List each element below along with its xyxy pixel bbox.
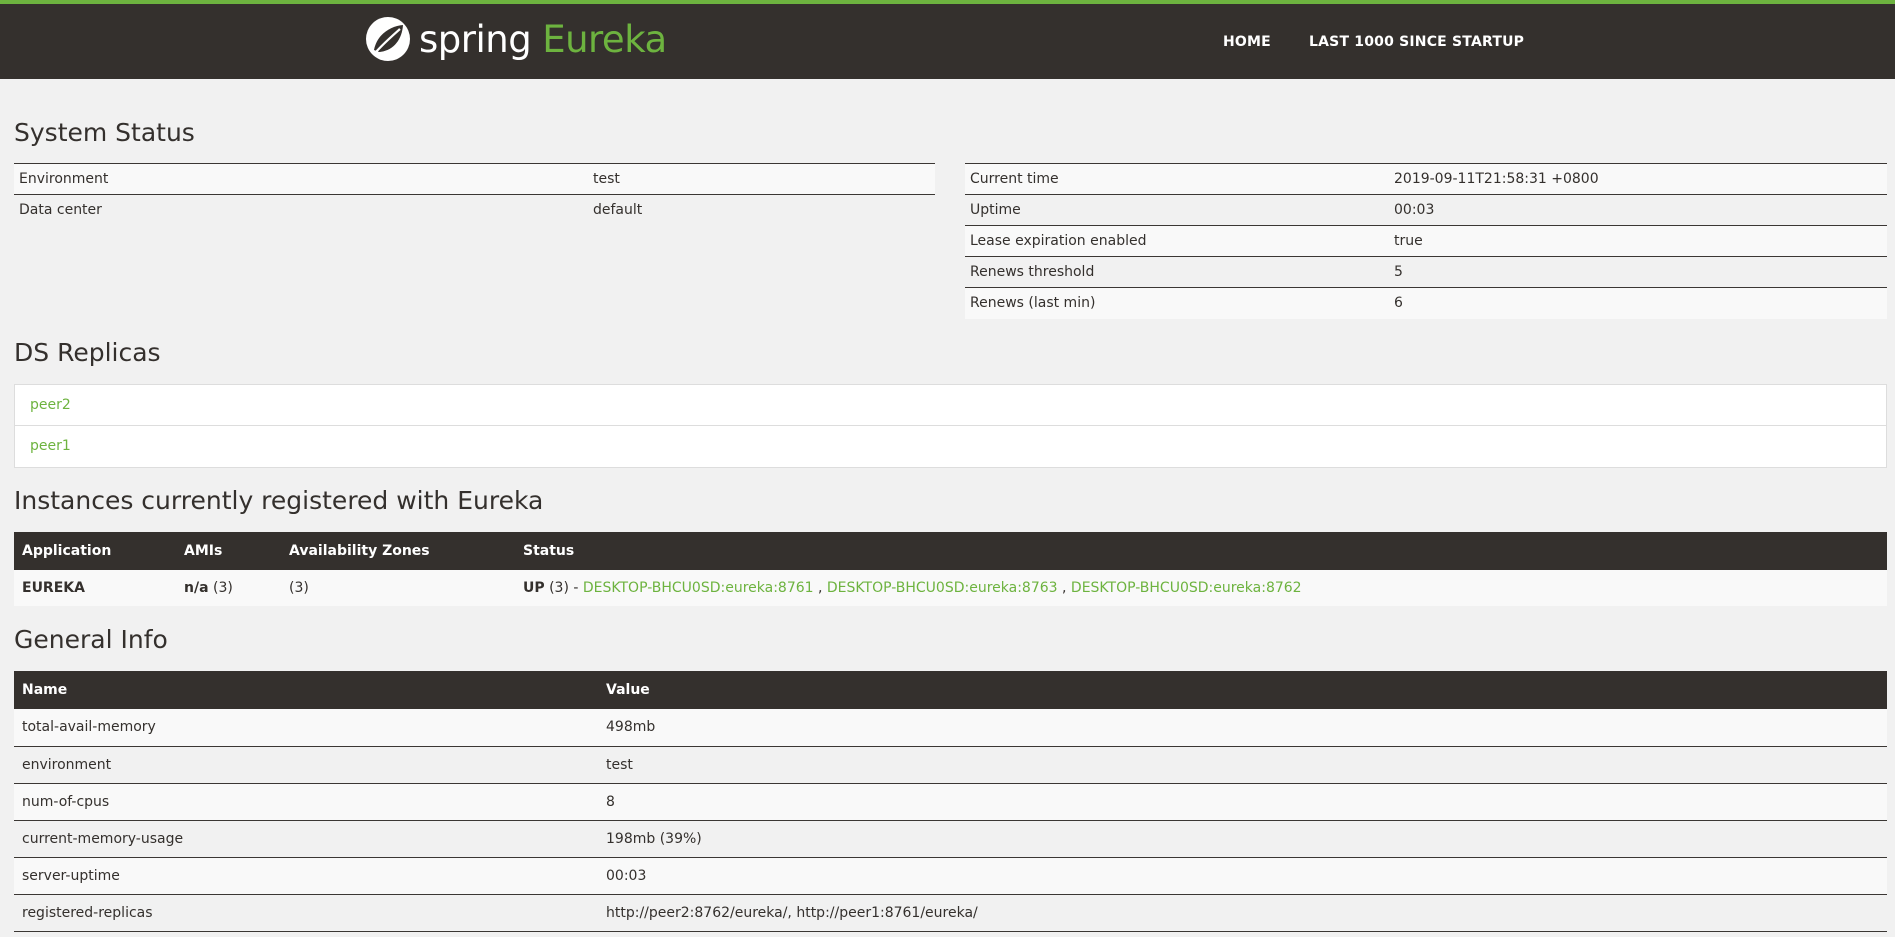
status-row: Renews (last min) 6 [965, 287, 1887, 319]
status-key: Data center [14, 194, 588, 226]
status-value: 2019-09-11T21:58:31 +0800 [1389, 163, 1887, 195]
amis-count: (3) [212, 580, 233, 596]
status-value: true [1389, 225, 1887, 257]
link-separator: , [1062, 580, 1067, 596]
status-count: (3) - [549, 580, 579, 596]
status-row: Data center default [14, 194, 935, 226]
status-row: Environment test [14, 163, 935, 195]
info-value: 198mb (39%) [598, 820, 1887, 858]
info-value: test [598, 746, 1887, 784]
column-header-value: Value [598, 671, 1887, 709]
table-row: current-memory-usage 198mb (39%) [14, 820, 1887, 858]
info-value: 498mb [598, 709, 1887, 747]
table-row: num-of-cpus 8 [14, 783, 1887, 821]
ds-replicas-heading: DS Replicas [14, 338, 161, 367]
ds-replicas-list: peer2 peer1 [14, 384, 1887, 468]
column-header-name: Name [14, 671, 598, 709]
application-name: EUREKA [22, 580, 85, 596]
instance-link[interactable]: DESKTOP-BHCU0SD:eureka:8763 [827, 580, 1058, 596]
info-name: server-uptime [14, 857, 598, 895]
top-navbar: spring Eureka HOME LAST 1000 SINCE START… [0, 0, 1895, 79]
status-value: 00:03 [1389, 194, 1887, 226]
general-info-heading: General Info [14, 625, 168, 654]
column-header-application: Application [14, 532, 176, 570]
link-separator: , [818, 580, 823, 596]
status-up-label: UP [523, 580, 545, 596]
status-row: Current time 2019-09-11T21:58:31 +0800 [965, 163, 1887, 195]
table-row: server-uptime 00:03 [14, 857, 1887, 895]
replica-link-peer1[interactable]: peer1 [30, 438, 71, 454]
spring-leaf-icon [366, 17, 410, 61]
info-name: registered-replicas [14, 894, 598, 932]
amis-value: n/a [184, 580, 209, 596]
status-key: Current time [965, 163, 1389, 195]
system-status-left-table: Environment test Data center default [14, 163, 935, 226]
table-row: total-avail-memory 498mb [14, 709, 1887, 747]
instances-table: Application AMIs Availability Zones Stat… [14, 532, 1887, 606]
info-name: num-of-cpus [14, 783, 598, 821]
table-row: EUREKA n/a (3) (3) UP (3) - DESKTOP-BHCU… [14, 570, 1887, 606]
replica-link-peer2[interactable]: peer2 [30, 397, 71, 413]
info-name: total-avail-memory [14, 709, 598, 747]
system-status-right-table: Current time 2019-09-11T21:58:31 +0800 U… [965, 163, 1887, 319]
list-item: peer2 [15, 385, 1886, 426]
status-row: Uptime 00:03 [965, 194, 1887, 226]
column-header-availability-zones: Availability Zones [281, 532, 515, 570]
status-key: Uptime [965, 194, 1389, 226]
table-row: environment test [14, 746, 1887, 784]
info-value: http://peer2:8762/eureka/, http://peer1:… [598, 894, 1887, 932]
column-header-amis: AMIs [176, 532, 281, 570]
brand-eureka-text: Eureka [542, 17, 667, 61]
status-row: Lease expiration enabled true [965, 225, 1887, 257]
status-row: Renews threshold 5 [965, 256, 1887, 288]
table-row: registered-replicas http://peer2:8762/eu… [14, 894, 1887, 932]
list-item: peer1 [15, 426, 1886, 467]
info-value: 8 [598, 783, 1887, 821]
instances-heading: Instances currently registered with Eure… [14, 486, 544, 515]
system-status-heading: System Status [14, 118, 195, 147]
status-value: 5 [1389, 256, 1887, 288]
status-key: Environment [14, 163, 588, 195]
nav-last-1000-link[interactable]: LAST 1000 SINCE STARTUP [1309, 34, 1524, 50]
brand-spring-text: spring [419, 17, 532, 61]
info-name: environment [14, 746, 598, 784]
general-info-table: Name Value total-avail-memory 498mb envi… [14, 671, 1887, 932]
status-key: Renews threshold [965, 256, 1389, 288]
info-value: 00:03 [598, 857, 1887, 895]
status-key: Lease expiration enabled [965, 225, 1389, 257]
column-header-status: Status [515, 532, 1887, 570]
info-name: current-memory-usage [14, 820, 598, 858]
status-key: Renews (last min) [965, 287, 1389, 319]
status-value: 6 [1389, 287, 1887, 319]
instance-link[interactable]: DESKTOP-BHCU0SD:eureka:8762 [1071, 580, 1302, 596]
nav-home-link[interactable]: HOME [1223, 34, 1271, 50]
availability-zones-value: (3) [289, 580, 309, 596]
instance-link[interactable]: DESKTOP-BHCU0SD:eureka:8761 [583, 580, 814, 596]
brand-logo-link[interactable]: spring Eureka [365, 14, 667, 64]
status-value: test [588, 163, 935, 195]
status-value: default [588, 194, 935, 226]
